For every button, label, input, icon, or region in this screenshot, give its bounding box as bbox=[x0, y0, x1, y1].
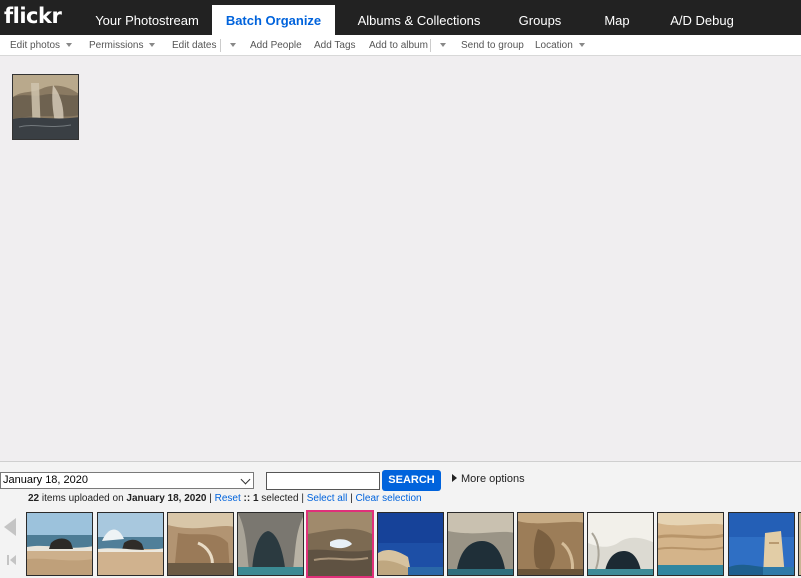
top-nav: flickr Your Photostream Batch Organize A… bbox=[0, 0, 801, 35]
chevron-down-icon bbox=[240, 474, 251, 485]
permissions-menu[interactable]: Permissions bbox=[89, 35, 156, 56]
blue-sky-cliff-image bbox=[378, 513, 443, 575]
cave-opening-image bbox=[308, 512, 372, 576]
tab-batch-organize[interactable]: Batch Organize bbox=[212, 5, 335, 35]
chevron-down-icon bbox=[149, 43, 156, 48]
cave-arch-image bbox=[448, 513, 513, 575]
photo-thumbnail[interactable] bbox=[587, 512, 654, 576]
chevron-down-icon bbox=[230, 42, 236, 47]
send-to-group-button[interactable]: Send to group bbox=[461, 35, 524, 56]
select-all-link[interactable]: Select all bbox=[307, 493, 348, 504]
tab-albums-collections[interactable]: Albums & Collections bbox=[352, 0, 486, 35]
triangle-right-icon bbox=[452, 474, 457, 482]
sea-cave-image bbox=[238, 513, 303, 575]
batch-toolbar: Edit photos Permissions Edit dates Add P… bbox=[0, 35, 801, 56]
photo-thumbnail-selected[interactable] bbox=[306, 510, 374, 578]
cliff-sea-image bbox=[658, 513, 723, 575]
first-page-icon[interactable] bbox=[7, 555, 17, 565]
tab-your-photostream[interactable]: Your Photostream bbox=[86, 0, 208, 35]
upload-date-select[interactable]: January 18, 2020 bbox=[0, 472, 254, 489]
more-options-label: More options bbox=[461, 473, 525, 485]
items-uploaded-text: items uploaded on bbox=[39, 493, 127, 504]
separator: | bbox=[206, 493, 215, 504]
chevron-down-icon bbox=[66, 43, 73, 48]
edit-dates-dropdown[interactable] bbox=[224, 35, 236, 56]
white-arch-image bbox=[588, 513, 653, 575]
beach-rock-image bbox=[27, 513, 92, 575]
flickr-logo[interactable]: flickr bbox=[4, 4, 62, 28]
photo-thumbnail[interactable] bbox=[97, 512, 164, 576]
workspace-photo[interactable] bbox=[12, 74, 79, 140]
item-count: 22 bbox=[28, 493, 40, 504]
add-to-album-dropdown[interactable] bbox=[434, 35, 446, 56]
more-options-toggle[interactable]: More options bbox=[452, 473, 525, 489]
photo-thumbnail[interactable] bbox=[26, 512, 93, 576]
photo-strip bbox=[26, 510, 801, 578]
photo-thumbnail[interactable] bbox=[447, 512, 514, 576]
add-people-button[interactable]: Add People bbox=[250, 35, 302, 56]
edit-photos-menu[interactable]: Edit photos bbox=[10, 35, 73, 56]
permissions-label: Permissions bbox=[89, 40, 144, 51]
tab-ad-debug[interactable]: A/D Debug bbox=[663, 0, 741, 35]
search-input[interactable] bbox=[266, 472, 380, 490]
brown-cliff-image bbox=[518, 513, 583, 575]
chevron-down-icon bbox=[578, 43, 585, 48]
separator: :: bbox=[240, 493, 253, 504]
location-label: Location bbox=[535, 40, 573, 51]
photo-thumbnail[interactable] bbox=[377, 512, 444, 576]
add-to-album-button[interactable]: Add to album bbox=[369, 35, 428, 56]
photo-thumbnail[interactable] bbox=[728, 512, 795, 576]
blue-sky-tower-image bbox=[729, 513, 794, 575]
location-menu[interactable]: Location bbox=[535, 35, 585, 56]
edit-dates-button[interactable]: Edit dates bbox=[172, 35, 216, 56]
toolbar-divider bbox=[430, 39, 431, 52]
cave-photo-image bbox=[13, 75, 78, 139]
tab-groups[interactable]: Groups bbox=[505, 0, 575, 35]
photo-thumbnail[interactable] bbox=[657, 512, 724, 576]
photo-thumbnail[interactable] bbox=[237, 512, 304, 576]
tab-map[interactable]: Map bbox=[592, 0, 642, 35]
selected-text: selected | bbox=[258, 493, 307, 504]
organizr-tray: January 18, 2020 SEARCH More options 22 … bbox=[0, 461, 801, 578]
batch-workspace[interactable] bbox=[0, 57, 801, 461]
edit-photos-label: Edit photos bbox=[10, 40, 61, 51]
upload-date-text: January 18, 2020 bbox=[126, 493, 207, 504]
beach-wave-image bbox=[98, 513, 163, 575]
chevron-down-icon bbox=[440, 42, 446, 47]
reset-link[interactable]: Reset bbox=[215, 493, 241, 504]
clear-selection-link[interactable]: Clear selection bbox=[355, 493, 421, 504]
toolbar-divider bbox=[220, 39, 221, 52]
cliff-rock-image bbox=[168, 513, 233, 575]
upload-date-value: January 18, 2020 bbox=[3, 474, 89, 486]
previous-page-arrow-icon[interactable] bbox=[4, 518, 16, 536]
add-tags-button[interactable]: Add Tags bbox=[314, 35, 356, 56]
photo-thumbnail[interactable] bbox=[167, 512, 234, 576]
upload-info-line: 22 items uploaded on January 18, 2020 | … bbox=[28, 493, 422, 504]
photo-thumbnail[interactable] bbox=[517, 512, 584, 576]
search-button[interactable]: SEARCH bbox=[382, 470, 441, 491]
